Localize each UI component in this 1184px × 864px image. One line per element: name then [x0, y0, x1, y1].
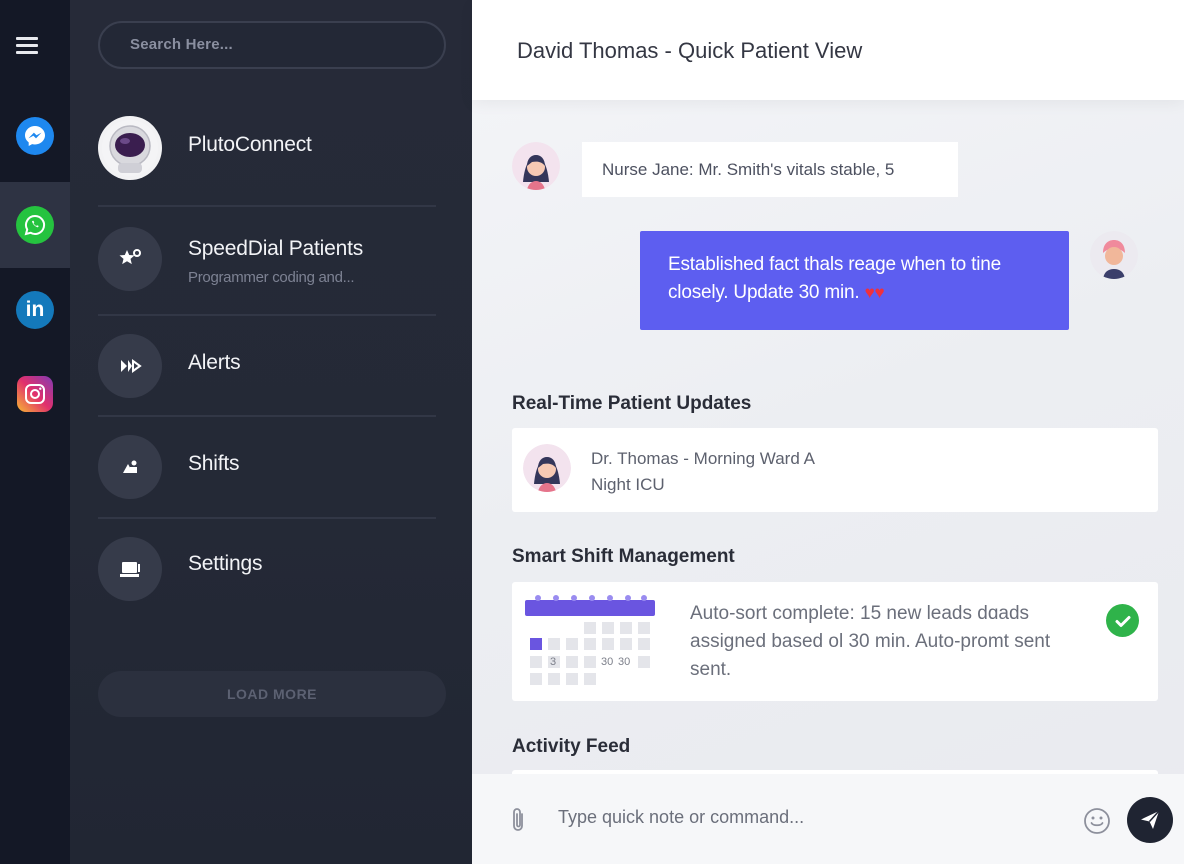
patient-update-card[interactable]: Dr. Thomas - Morning Ward A Night ICU: [512, 428, 1158, 512]
emoji-icon[interactable]: [1083, 807, 1111, 835]
laptop-icon: [98, 537, 162, 601]
incoming-message: Nurse Jane: Mr. Smith's vitals stable, 5: [582, 142, 958, 197]
update-text: Dr. Thomas - Morning Ward A Night ICU: [591, 446, 815, 498]
instagram-icon: [17, 376, 53, 412]
contact-panel: Search Here... PlutoConnect SpeedDial Pa…: [70, 0, 472, 864]
contact-speeddial-patients[interactable]: SpeedDial Patients Programmer coding and…: [98, 227, 436, 293]
menu-icon[interactable]: [16, 37, 38, 55]
compose-bar: Type quick note or command...: [472, 774, 1184, 864]
contact-alerts[interactable]: Alerts: [98, 334, 436, 398]
update-line-2: Night ICU: [591, 475, 665, 494]
calendar-icon: [525, 595, 655, 685]
divider: [98, 314, 436, 316]
whatsapp-icon: [16, 206, 54, 244]
calendar-day-label: 30: [601, 656, 614, 668]
contact-name: PlutoConnect: [188, 133, 312, 156]
doctor-avatar: [523, 444, 571, 492]
contact-subtitle: Programmer coding and...: [188, 269, 355, 286]
outgoing-message: Established fact thals reage when to tin…: [640, 231, 1069, 330]
calendar-day-label: 30: [618, 656, 631, 668]
contact-plutoconnect[interactable]: PlutoConnect: [98, 116, 436, 182]
rail-item-linkedin[interactable]: in: [0, 267, 70, 353]
send-icon: [1141, 810, 1160, 829]
contact-shifts[interactable]: Shifts: [98, 435, 436, 499]
rail-item-whatsapp[interactable]: [0, 182, 70, 268]
search-input[interactable]: Search Here...: [98, 21, 446, 69]
alerts-icon: [98, 334, 162, 398]
contact-settings[interactable]: Settings: [98, 537, 436, 601]
messenger-icon: [16, 117, 54, 155]
user-avatar: [1090, 231, 1138, 279]
send-button[interactable]: [1127, 797, 1173, 843]
contact-name: Settings: [188, 552, 263, 575]
contact-name: Shifts: [188, 452, 240, 475]
contact-name: Alerts: [188, 351, 241, 374]
contact-name: SpeedDial Patients: [188, 237, 364, 260]
calendar-day-label: 3: [550, 656, 557, 668]
check-icon: [1106, 604, 1139, 637]
heart-icon: ♥♥: [864, 283, 885, 302]
shifts-icon: [98, 435, 162, 499]
divider: [98, 415, 436, 417]
update-line-1: Dr. Thomas - Morning Ward A: [591, 449, 815, 468]
rail-item-messenger[interactable]: [0, 93, 70, 179]
outgoing-message-text: Established fact thals reage when to tin…: [668, 254, 1001, 303]
shift-status-text: Auto-sort complete: 15 new leads dɑads a…: [690, 603, 1051, 680]
section-title-shifts: Smart Shift Management: [512, 546, 735, 567]
main-view: David Thomas - Quick Patient View Nurse …: [472, 0, 1184, 864]
divider: [98, 517, 436, 519]
divider: [98, 205, 436, 207]
paperclip-icon[interactable]: [508, 806, 528, 834]
message-input[interactable]: Type quick note or command...: [558, 807, 804, 828]
page-title: David Thomas - Quick Patient View: [517, 38, 863, 63]
app-rail: in: [0, 0, 70, 864]
shift-card[interactable]: 3 30 30 Auto-sort complete: 15 new leads…: [512, 582, 1158, 701]
linkedin-icon: in: [16, 291, 54, 329]
chat-header: David Thomas - Quick Patient View: [472, 0, 1184, 100]
section-title-activity: Activity Feed: [512, 736, 631, 757]
nurse-avatar: [512, 142, 560, 190]
rail-item-instagram[interactable]: [0, 351, 70, 437]
load-more-button[interactable]: LOAD MORE: [98, 671, 446, 717]
section-title-updates: Real-Time Patient Updates: [512, 393, 752, 414]
star-icon: [98, 227, 162, 291]
astronaut-avatar: [98, 116, 162, 180]
